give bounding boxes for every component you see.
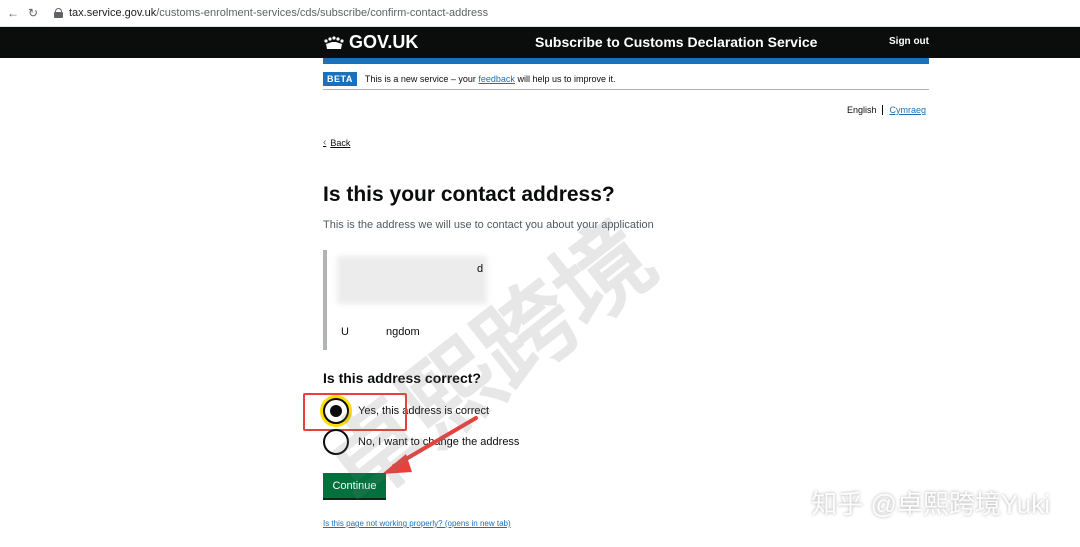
radio-no[interactable]	[323, 429, 349, 455]
feedback-link[interactable]: feedback	[478, 74, 515, 84]
gov-logo[interactable]: GOV.UK	[349, 32, 418, 53]
phase-banner: BETA This is a new service – your feedba…	[323, 68, 929, 90]
language-switcher: English Cymraeg	[847, 105, 926, 115]
back-link[interactable]: ‹ Back	[323, 137, 350, 148]
back-arrow-icon[interactable]: ←	[6, 6, 20, 20]
address-line-country-end: ngdom	[386, 326, 420, 338]
page-title: Is this your contact address?	[323, 183, 615, 206]
brand-watermark: 知乎 @卓熙跨境Yuki	[811, 489, 1050, 519]
browser-address-bar: ← ↻ tax.service.gov.uk/customs-enrolment…	[0, 0, 1080, 27]
page-hint: This is the address we will use to conta…	[323, 219, 654, 231]
crown-icon	[324, 35, 344, 49]
phase-text-after: will help us to improve it.	[517, 73, 616, 84]
url-path: /customs-enrolment-services/cds/subscrib…	[156, 7, 489, 19]
language-english: English	[846, 105, 877, 115]
sign-out-link[interactable]: Sign out	[889, 36, 929, 47]
address-line-1: d	[477, 263, 484, 275]
phase-text-before: This is a new service – your	[364, 73, 476, 84]
page-not-working-link[interactable]: Is this page not working properly? (open…	[323, 519, 511, 528]
address-question: Is this address correct?	[323, 370, 481, 386]
header-blue-stripe	[323, 58, 929, 64]
gov-header: GOV.UK Subscribe to Customs Declaration …	[0, 27, 1080, 58]
url-field[interactable]: tax.service.gov.uk/customs-enrolment-ser…	[69, 7, 488, 19]
lock-icon[interactable]	[54, 8, 63, 18]
address-line-country-start: U	[341, 326, 349, 338]
chevron-left-icon: ‹	[323, 137, 327, 148]
address-inset: d U ngdom	[323, 250, 493, 350]
beta-tag: BETA	[323, 71, 357, 86]
url-host: tax.service.gov.uk	[69, 7, 157, 19]
service-name[interactable]: Subscribe to Customs Declaration Service	[535, 34, 817, 50]
phase-banner-text: This is a new service – your feedback wi…	[365, 74, 616, 84]
reload-icon[interactable]: ↻	[26, 6, 40, 20]
back-link-label: Back	[330, 137, 351, 148]
continue-button[interactable]: Continue	[323, 473, 386, 498]
language-welsh-link[interactable]: Cymraeg	[889, 105, 926, 115]
language-separator	[882, 105, 884, 115]
redacted-address	[337, 256, 487, 304]
annotation-arrow-icon	[382, 416, 478, 474]
